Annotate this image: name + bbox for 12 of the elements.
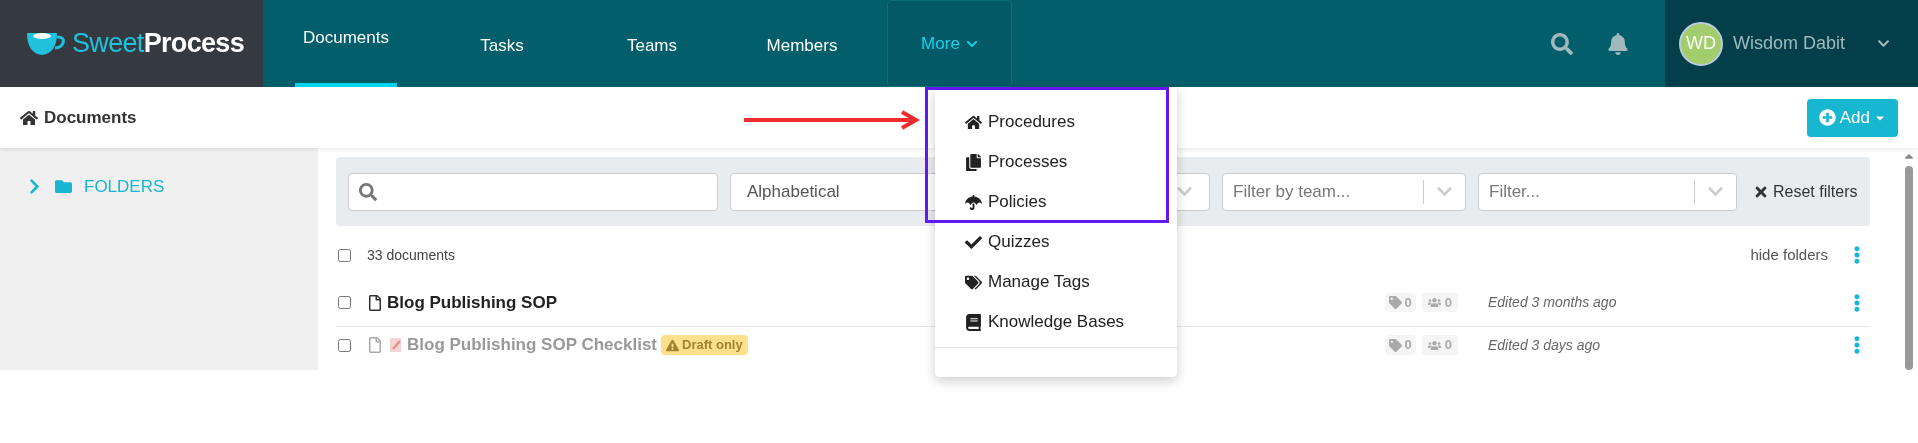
avatar: WD bbox=[1679, 21, 1723, 66]
user-name: Wisdom Dabit bbox=[1733, 32, 1846, 55]
document-count: 33 documents bbox=[367, 245, 455, 265]
draft-badge: Draft only bbox=[661, 335, 748, 355]
edited-time: Edited 3 months ago bbox=[1488, 293, 1618, 312]
edited-time: Edited 3 days ago bbox=[1488, 335, 1602, 355]
page-title: Documents bbox=[44, 106, 137, 129]
member-count: 0 bbox=[1421, 335, 1458, 355]
tag-count: 0 bbox=[1384, 292, 1416, 313]
member-count: 0 bbox=[1421, 292, 1458, 313]
tag-count: 0 bbox=[1384, 335, 1416, 355]
logo-text: SweetProcess bbox=[72, 27, 245, 61]
